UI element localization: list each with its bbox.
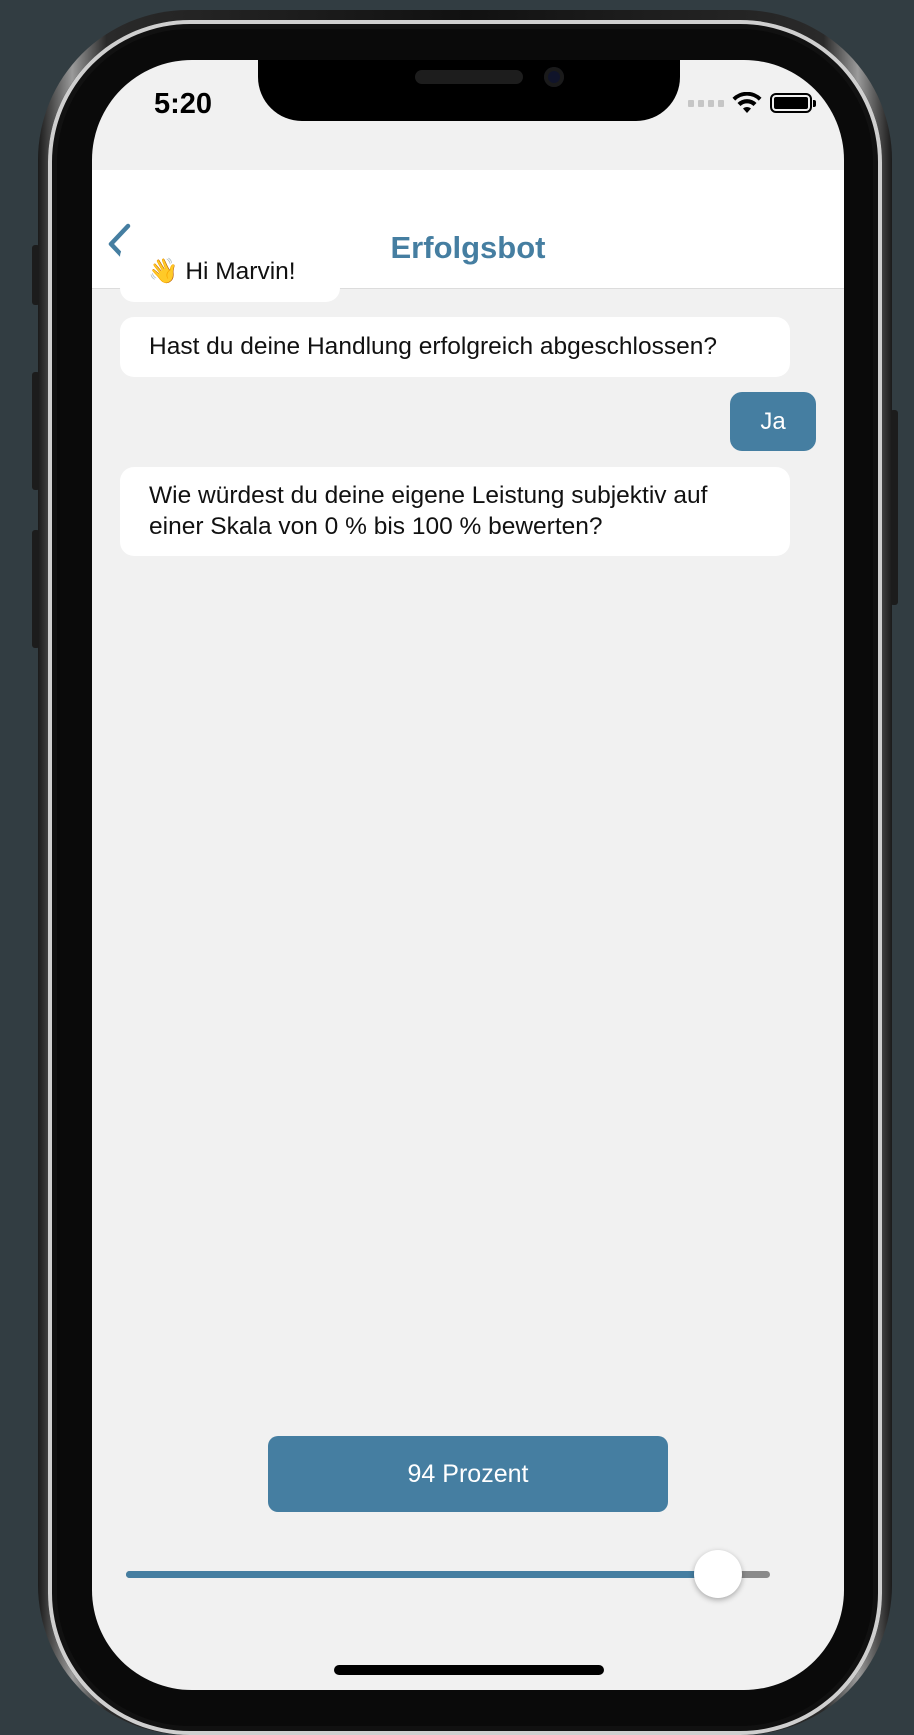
answer-label: 94 Prozent bbox=[407, 1459, 529, 1488]
bot-message-question-1: Hast du deine Handlung erfolgreich abges… bbox=[120, 317, 790, 377]
bot-message-question-2: Wie würdest du deine eigene Leistung sub… bbox=[120, 467, 790, 556]
speaker bbox=[415, 70, 523, 84]
cellular-signal-icon bbox=[688, 99, 724, 107]
notch bbox=[258, 60, 680, 121]
phone-screen: 5:20 Erfolgsbot 👋 Hi Marvin! Hast du dei… bbox=[92, 60, 844, 1690]
home-indicator bbox=[334, 1665, 604, 1675]
wifi-icon bbox=[732, 92, 762, 113]
message-text: Hast du deine Handlung erfolgreich abges… bbox=[149, 333, 717, 360]
waving-hand-emoji: 👋 bbox=[148, 258, 179, 285]
bot-message-greeting: 👋 Hi Marvin! bbox=[120, 243, 340, 302]
message-text: Hi Marvin! bbox=[185, 258, 296, 285]
user-message-reply: Ja bbox=[730, 392, 816, 451]
battery-icon bbox=[770, 93, 816, 113]
status-time: 5:20 bbox=[154, 88, 213, 120]
slider-fill bbox=[126, 1571, 718, 1578]
message-text: Ja bbox=[760, 408, 786, 435]
submit-answer-button[interactable]: 94 Prozent bbox=[268, 1436, 668, 1512]
status-icons bbox=[688, 92, 816, 114]
front-camera bbox=[544, 67, 564, 87]
rating-slider[interactable] bbox=[126, 1550, 770, 1600]
slider-thumb[interactable] bbox=[694, 1550, 742, 1598]
message-text: Wie würdest du deine eigene Leistung sub… bbox=[149, 482, 708, 540]
